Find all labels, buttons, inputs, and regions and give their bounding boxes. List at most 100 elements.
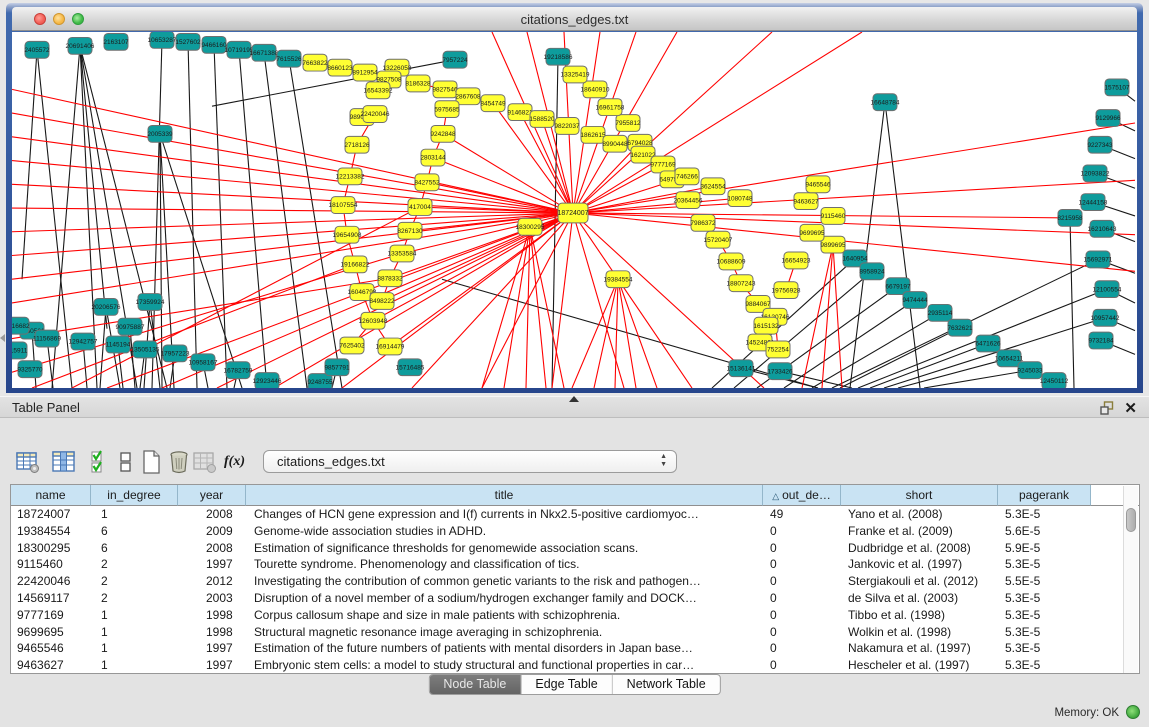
graph-node[interactable]: 12942757 xyxy=(69,333,98,350)
graph-node[interactable]: 12444158 xyxy=(1079,194,1108,211)
graph-node[interactable]: 9822037 xyxy=(554,118,580,135)
graph-node[interactable]: 9227343 xyxy=(1087,136,1113,153)
table-settings-icon[interactable] xyxy=(16,450,40,474)
graph-node[interactable]: 7632621 xyxy=(947,319,973,336)
graph-node[interactable]: 15136141 xyxy=(727,360,756,377)
graph-node[interactable]: 1527602 xyxy=(175,33,201,50)
graph-node[interactable]: 746266 xyxy=(675,168,699,185)
graph-node[interactable]: 9325770 xyxy=(17,361,43,378)
graph-edge[interactable] xyxy=(924,370,1030,388)
graph-node[interactable]: 20691406 xyxy=(66,37,95,54)
graph-node[interactable]: 417004 xyxy=(408,199,432,216)
graph-edge[interactable] xyxy=(573,213,692,388)
graph-edge[interactable] xyxy=(822,245,833,388)
graph-edge[interactable] xyxy=(615,279,618,388)
graph-node[interactable]: 19384554 xyxy=(604,271,633,288)
graph-node[interactable]: 8912954 xyxy=(352,64,378,81)
graph-edge[interactable] xyxy=(217,213,573,388)
graph-edge[interactable] xyxy=(572,279,618,388)
graph-node[interactable]: 9463627 xyxy=(793,193,819,210)
graph-node[interactable]: 12093822 xyxy=(1081,165,1110,182)
graph-node[interactable]: 7955812 xyxy=(615,115,641,132)
table-row[interactable]: 1830029562008Estimation of significance … xyxy=(11,540,1139,557)
column-header-in_degree[interactable]: in_degree xyxy=(91,485,178,506)
graph-edge[interactable] xyxy=(870,344,988,389)
graph-node[interactable]: 2405572 xyxy=(24,41,50,58)
graph-node[interactable]: 7663822 xyxy=(302,54,328,71)
graph-node[interactable]: 10957442 xyxy=(1091,309,1120,326)
graph-node[interactable]: 12450112 xyxy=(1040,373,1069,388)
close-panel-icon[interactable]: ✕ xyxy=(1124,399,1137,417)
graph-node[interactable]: 2005339 xyxy=(147,125,173,142)
network-graph[interactable]: 2405572 20691406 2163107 106532871527602 946… xyxy=(12,32,1137,388)
graph-node[interactable]: 18807243 xyxy=(727,275,756,292)
graph-edge[interactable] xyxy=(618,279,657,388)
node-attribute-table[interactable]: namein_degreeyeartitle△out_de…shortpager… xyxy=(10,484,1140,674)
graph-node[interactable]: 16210643 xyxy=(1088,220,1117,237)
graph-node[interactable]: 1615132 xyxy=(753,317,779,334)
graph-node[interactable]: 10653287 xyxy=(148,32,177,48)
column-header-name[interactable]: name xyxy=(11,485,91,506)
graph-node[interactable]: 2867608 xyxy=(455,88,481,105)
table-row[interactable]: 911546021997Tourette syndrome. Phenomeno… xyxy=(11,556,1139,573)
graph-edge[interactable] xyxy=(289,59,342,388)
graph-node[interactable]: 9699695 xyxy=(799,224,825,241)
graph-node[interactable]: 16961758 xyxy=(596,99,625,116)
graph-node[interactable]: 8427552 xyxy=(414,174,440,191)
graph-node[interactable]: 18640910 xyxy=(581,81,610,98)
new-table-icon[interactable] xyxy=(140,450,164,474)
network-window-titlebar[interactable]: citations_edges.txt xyxy=(12,7,1137,31)
graph-edge[interactable] xyxy=(12,161,573,213)
graph-node[interactable]: 90975887 xyxy=(116,318,145,335)
graph-node[interactable]: 9242848 xyxy=(430,125,456,142)
table-row[interactable]: 1938455462009Genome-wide association stu… xyxy=(11,523,1139,540)
graph-node[interactable]: 18107554 xyxy=(329,197,358,214)
graph-node[interactable]: 12603948 xyxy=(359,312,388,329)
graph-node[interactable]: 2163107 xyxy=(103,33,129,50)
column-header-year[interactable]: year xyxy=(178,485,246,506)
graph-node[interactable]: 15692971 xyxy=(1084,251,1113,268)
graph-edge[interactable] xyxy=(833,245,842,388)
graph-edge[interactable] xyxy=(573,213,624,388)
graph-node[interactable]: 9857791 xyxy=(324,359,350,376)
tab-network-table[interactable]: Network Table xyxy=(613,675,720,694)
graph-node[interactable]: 10958167 xyxy=(189,354,218,371)
column-header-short[interactable]: short xyxy=(841,485,998,506)
graph-node[interactable]: 20206576 xyxy=(92,299,121,316)
table-selector-dropdown[interactable]: citations_edges.txt ▲▼ xyxy=(263,450,677,473)
table-row[interactable]: 1456911722003Disruption of a novel membe… xyxy=(11,590,1139,607)
graph-node[interactable]: 1733426 xyxy=(767,363,793,380)
graph-node[interactable]: 19218586 xyxy=(544,48,573,65)
graph-edge[interactable] xyxy=(12,113,573,213)
graph-node[interactable]: 16914479 xyxy=(376,338,405,355)
graph-edge[interactable] xyxy=(784,300,915,388)
graph-node[interactable]: 17359924 xyxy=(136,294,165,311)
graph-node[interactable]: 19654908 xyxy=(333,226,362,243)
graph-node[interactable]: 8958924 xyxy=(859,263,885,280)
graph-node[interactable]: 2803144 xyxy=(420,149,446,166)
graph-node[interactable]: 10688609 xyxy=(717,253,746,270)
graph-node[interactable]: 12923446 xyxy=(253,373,282,388)
graph-node[interactable]: 1916682 xyxy=(12,317,30,334)
collapse-panel-arrow-icon[interactable] xyxy=(0,334,5,342)
graph-node[interactable]: 18724007 xyxy=(557,203,588,223)
graph-node[interactable]: 9115460 xyxy=(821,208,846,225)
graph-node[interactable]: 8878332 xyxy=(377,270,403,287)
graph-node[interactable]: 3624554 xyxy=(700,178,726,195)
graph-node[interactable]: 8660123 xyxy=(327,59,353,76)
graph-node[interactable]: 13353584 xyxy=(388,245,417,262)
graph-edge[interactable] xyxy=(12,137,573,213)
graph-node[interactable]: 8186328 xyxy=(405,75,431,92)
graph-node[interactable]: 7625402 xyxy=(339,337,365,354)
graph-node[interactable]: 6471626 xyxy=(975,335,1001,352)
table-row[interactable]: 2242004622012Investigating the contribut… xyxy=(11,573,1139,590)
graph-node[interactable]: 9474444 xyxy=(902,292,928,309)
function-builder-icon[interactable]: f(x) xyxy=(224,450,252,474)
graph-node[interactable]: 22420046 xyxy=(361,106,390,123)
graph-edge[interactable] xyxy=(530,227,564,388)
graph-edge[interactable] xyxy=(22,50,37,279)
graph-edge[interactable] xyxy=(884,318,1105,388)
column-header-title[interactable]: title xyxy=(246,485,763,506)
select-columns-icon[interactable] xyxy=(90,450,114,474)
graph-node[interactable]: 8990448 xyxy=(602,135,628,152)
